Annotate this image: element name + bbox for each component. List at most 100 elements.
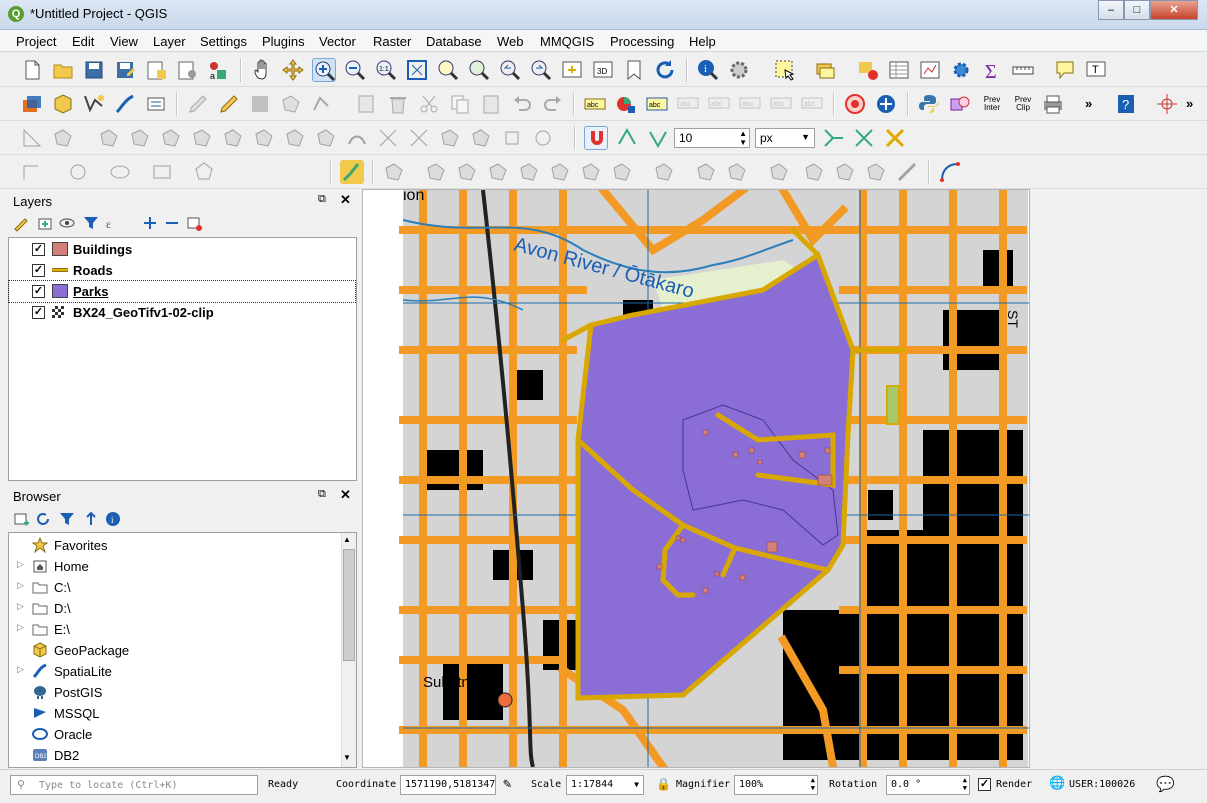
move-label-icon[interactable]: abc [738, 92, 762, 116]
snap-to-vertex-icon[interactable] [615, 126, 639, 150]
menu-edit[interactable]: Edit [72, 34, 94, 49]
filter-by-expression-icon[interactable]: ε [104, 214, 122, 232]
shape-tool-3-icon[interactable] [455, 160, 479, 184]
data-source-manager-icon[interactable] [20, 92, 44, 116]
layout-manager-icon[interactable] [175, 58, 199, 82]
snap-tolerance-spinbox[interactable]: 10 ▲ ▼ [674, 128, 750, 148]
new-geopackage-layer-icon[interactable] [51, 92, 75, 116]
processing-toolbox-icon[interactable] [949, 58, 973, 82]
manage-map-themes-icon[interactable] [58, 214, 76, 232]
zoom-in-icon[interactable] [312, 58, 336, 82]
expand-arrow-icon[interactable]: ▷ [17, 601, 24, 612]
expand-arrow-icon[interactable]: ▷ [17, 580, 24, 591]
menu-help[interactable]: Help [689, 34, 716, 49]
layer-visibility-checkbox[interactable]: ✓ [32, 285, 45, 298]
merge-features-icon[interactable] [438, 126, 462, 150]
more-toolbar-chevron-icon-2[interactable]: » [1186, 92, 1200, 116]
text-annotation-icon[interactable]: T [1084, 58, 1108, 82]
pan-to-selection-icon[interactable] [281, 58, 305, 82]
shape-tool-7-icon[interactable] [579, 160, 603, 184]
layer-visibility-checkbox[interactable]: ✓ [32, 264, 45, 277]
split-features-icon[interactable] [376, 126, 400, 150]
browser-item[interactable]: DB2 DB2 [9, 745, 339, 766]
new-3d-map-view-icon[interactable]: 3D [591, 58, 615, 82]
menu-project[interactable]: Project [16, 34, 56, 49]
new-virtual-layer-icon[interactable] [144, 92, 168, 116]
rotate-feature-icon[interactable] [97, 126, 121, 150]
spinbox-arrows-icon[interactable]: ▲ ▼ [963, 776, 967, 792]
coordinate-field[interactable]: 1571190,5181347 [400, 775, 496, 795]
filter-browser-icon[interactable] [58, 510, 76, 528]
layer-row[interactable]: ✓ Buildings [9, 239, 355, 260]
deselect-all-icon[interactable] [856, 58, 880, 82]
simplify-feature-icon[interactable] [128, 126, 152, 150]
layer-labeling-icon[interactable]: abc [583, 92, 607, 116]
zoom-to-selection-icon[interactable] [436, 58, 460, 82]
snap-unit-select[interactable]: px ▼ [755, 128, 815, 148]
snap-on-intersection-icon[interactable] [852, 126, 876, 150]
rotate-point-symbols-icon[interactable] [500, 126, 524, 150]
spinbox-arrows-icon[interactable]: ▲ ▼ [739, 129, 747, 147]
zoom-out-icon[interactable] [343, 58, 367, 82]
browser-item[interactable]: ▷ E:\ [9, 619, 339, 640]
redo-icon[interactable] [541, 92, 565, 116]
float-panel-icon[interactable]: ⧉ [318, 488, 326, 501]
delete-part-icon[interactable] [283, 126, 307, 150]
shape-tool-8-icon[interactable] [610, 160, 634, 184]
fill-ring-icon[interactable] [221, 126, 245, 150]
attribute-table-icon[interactable] [887, 58, 911, 82]
shape-tool-1-icon[interactable] [382, 160, 406, 184]
menu-layer[interactable]: Layer [153, 34, 186, 49]
measure-line-icon[interactable] [1011, 58, 1035, 82]
current-edits-icon[interactable] [186, 92, 210, 116]
delete-selected-icon[interactable] [386, 92, 410, 116]
browser-scrollbar[interactable]: ▲ ▼ [341, 533, 356, 767]
select-by-value-icon[interactable] [813, 58, 837, 82]
action-gear-icon[interactable] [727, 58, 751, 82]
scroll-down-icon[interactable]: ▼ [343, 753, 351, 762]
cut-features-icon[interactable] [417, 92, 441, 116]
zoom-to-layer-icon[interactable] [467, 58, 491, 82]
offset-point-symbols-icon[interactable] [531, 126, 555, 150]
toggle-extents-icon[interactable]: ✎ [503, 776, 511, 792]
help-icon[interactable]: ? [1114, 92, 1138, 116]
change-label-icon[interactable]: abc [800, 92, 824, 116]
layer-row[interactable]: ✓ BX24_GeoTifv1-02-clip [9, 302, 355, 323]
python-console-icon[interactable] [917, 92, 941, 116]
merge-attributes-icon[interactable] [469, 126, 493, 150]
lock-scale-icon[interactable]: 🔒 [656, 777, 671, 791]
cad-tools-icon[interactable] [20, 126, 44, 150]
expand-arrow-icon[interactable]: ▷ [17, 559, 24, 570]
self-snapping-icon[interactable] [883, 126, 907, 150]
browser-item[interactable]: ▷ Home [9, 556, 339, 577]
highlight-pinned-labels-icon[interactable]: abc [645, 92, 669, 116]
browser-item[interactable]: Oracle [9, 724, 339, 745]
layer-visibility-checkbox[interactable]: ✓ [32, 243, 45, 256]
topological-editing-icon[interactable] [821, 126, 845, 150]
delete-ring-icon[interactable] [252, 126, 276, 150]
crs-value[interactable]: USER:100026 [1069, 779, 1135, 790]
menu-mmqgis[interactable]: MMQGIS [540, 34, 594, 49]
zoom-last-icon[interactable] [498, 58, 522, 82]
new-map-view-icon[interactable] [560, 58, 584, 82]
add-group-icon[interactable] [36, 214, 54, 232]
menu-web[interactable]: Web [497, 34, 524, 49]
menu-processing[interactable]: Processing [610, 34, 674, 49]
reshape-features-icon[interactable] [314, 126, 338, 150]
new-bookmark-icon[interactable] [622, 58, 646, 82]
move-feature-icon[interactable] [51, 126, 75, 150]
layer-diagram-icon[interactable] [614, 92, 638, 116]
shape-tool-14-icon[interactable] [833, 160, 857, 184]
prev-clip-button[interactable]: Prev Clip [1010, 92, 1036, 116]
browser-item[interactable]: ▷ SpatiaLite [9, 661, 339, 682]
new-print-layout-icon[interactable] [144, 58, 168, 82]
menu-view[interactable]: View [110, 34, 138, 49]
more-toolbar-chevron-icon[interactable]: » [1085, 92, 1099, 116]
save-as-icon[interactable] [113, 58, 137, 82]
remove-layer-icon[interactable] [185, 214, 203, 232]
close-button[interactable]: ✕ [1150, 0, 1198, 20]
show-hide-labels-icon[interactable]: abc [707, 92, 731, 116]
messages-icon[interactable]: 💬 [1156, 775, 1175, 793]
shape-tool-4-icon[interactable] [486, 160, 510, 184]
refresh-browser-icon[interactable] [34, 510, 52, 528]
